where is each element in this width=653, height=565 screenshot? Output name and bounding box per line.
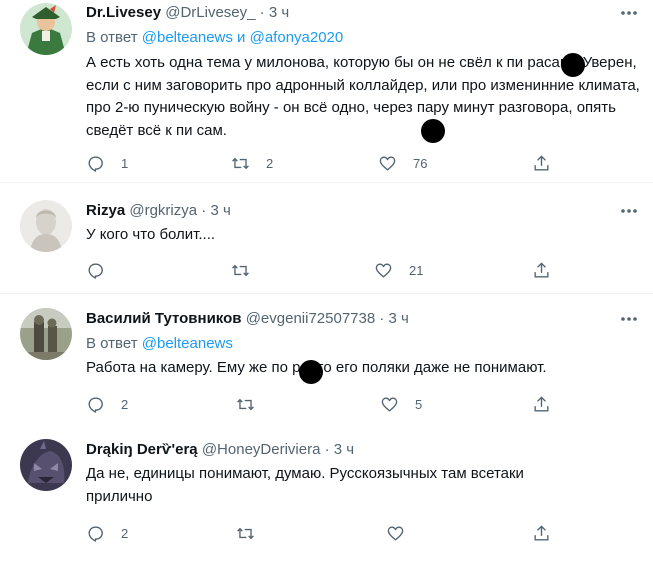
reply-count: 2	[121, 396, 129, 412]
reply-icon	[88, 396, 103, 413]
replying-to-label: В ответ	[86, 335, 138, 352]
dot-separator: ·	[259, 4, 265, 21]
mention-link[interactable]: @belteanews	[142, 335, 233, 352]
replying-to: В ответ @belteanews	[86, 334, 233, 354]
reply-icon	[88, 155, 103, 172]
like-count: 21	[409, 262, 424, 278]
display-name[interactable]: Drąkіŋ Derѷ'erą	[86, 441, 198, 458]
avatar[interactable]	[20, 200, 72, 252]
timestamp[interactable]: 3 ч	[210, 202, 230, 219]
heart-icon	[381, 396, 398, 412]
display-name[interactable]: Rizya	[86, 202, 125, 219]
dot-separator: ·	[201, 202, 207, 219]
tweet-vasiliy[interactable]: Василий Тутовников @evgenii72507738 · 3 …	[0, 294, 653, 428]
tweet-actions: 2 5	[86, 394, 556, 414]
replying-to-label: В ответ	[86, 29, 138, 46]
timestamp[interactable]: 3 ч	[269, 4, 289, 21]
retweet-count: 2	[266, 155, 274, 171]
share-icon	[534, 261, 549, 278]
share-button[interactable]	[532, 260, 551, 280]
dot-separator: ·	[324, 441, 330, 458]
tweet-feed: Dr.Livesey @DrLivesey_ · 3 ч В ответ @be…	[0, 0, 653, 565]
share-icon	[534, 524, 549, 541]
tweet-text: А есть хоть одна тема у милонова, котору…	[86, 54, 640, 139]
tweet-rizya[interactable]: Rizya @rgkrizya · 3 ч У кого что болит..…	[0, 183, 653, 293]
timestamp[interactable]: 3 ч	[334, 441, 354, 458]
reply-button[interactable]	[86, 260, 121, 280]
dot-separator: ·	[379, 310, 385, 327]
tweet-header: Rizya @rgkrizya · 3 ч	[86, 201, 593, 221]
share-icon	[534, 395, 549, 412]
avatar[interactable]	[20, 308, 72, 360]
replying-to: В ответ @belteanews и @afonya2020	[86, 28, 343, 48]
tweet-text: Да не, единицы понимают, думаю. Русскояз…	[86, 465, 524, 505]
share-button[interactable]	[532, 394, 551, 414]
mention-link[interactable]: @belteanews	[142, 29, 233, 46]
retweet-button[interactable]	[236, 523, 271, 543]
share-button[interactable]	[532, 523, 551, 543]
like-button[interactable]	[386, 523, 421, 543]
replying-to-and: и	[237, 29, 246, 46]
reply-count: 2	[121, 525, 129, 541]
heart-icon	[379, 155, 396, 171]
retweet-icon	[232, 264, 249, 276]
like-count: 76	[413, 155, 428, 171]
handle[interactable]: @rgkrizya	[129, 202, 197, 219]
timestamp[interactable]: 3 ч	[389, 310, 409, 327]
redaction-dot	[421, 119, 445, 143]
share-icon	[534, 154, 549, 171]
tweet-honeyderiviera[interactable]: Drąkіŋ Derѷ'erą @HoneyDeriviera · 3 ч Да…	[0, 428, 653, 565]
retweet-icon	[232, 157, 249, 169]
like-button[interactable]: 76	[378, 153, 427, 173]
retweet-icon	[237, 527, 254, 539]
retweet-icon	[237, 398, 254, 410]
display-name[interactable]: Dr.Livesey	[86, 4, 161, 21]
retweet-button[interactable]: 2	[231, 153, 273, 173]
handle[interactable]: @HoneyDeriviera	[202, 441, 321, 458]
tweet-text: У кого что болит....	[86, 226, 216, 243]
mention-link[interactable]: @afonya2020	[250, 29, 344, 46]
reply-button[interactable]: 1	[86, 153, 128, 173]
retweet-button[interactable]	[236, 394, 271, 414]
tweet-actions: 1 2 76	[86, 153, 556, 173]
like-button[interactable]: 21	[374, 260, 423, 280]
handle[interactable]: @evgenii72507738	[246, 310, 376, 327]
tweet-header: Dr.Livesey @DrLivesey_ · 3 ч	[86, 3, 593, 23]
share-button[interactable]	[532, 153, 551, 173]
reply-count: 1	[121, 155, 129, 171]
tweet-drlivesey[interactable]: Dr.Livesey @DrLivesey_ · 3 ч В ответ @be…	[0, 0, 653, 182]
more-horizontal-icon[interactable]	[619, 3, 639, 23]
more-horizontal-icon[interactable]	[619, 309, 639, 329]
tweet-actions: 21	[86, 260, 556, 280]
tweet-header: Василий Тутовников @evgenii72507738 · 3 …	[86, 309, 593, 329]
redaction-dot	[299, 360, 323, 384]
handle[interactable]: @DrLivesey_	[165, 4, 255, 21]
reply-icon	[88, 525, 103, 542]
tweet-text: Работа на камеру. Ему же по р, что его п…	[86, 359, 547, 376]
reply-button[interactable]: 2	[86, 394, 128, 414]
reply-button[interactable]: 2	[86, 523, 128, 543]
like-count: 5	[415, 396, 423, 412]
avatar[interactable]	[20, 3, 72, 55]
tweet-header: Drąkіŋ Derѷ'erą @HoneyDeriviera · 3 ч	[86, 440, 593, 460]
heart-icon	[375, 262, 392, 278]
display-name[interactable]: Василий Тутовников	[86, 310, 242, 327]
tweet-actions: 2	[86, 523, 556, 543]
reply-icon	[88, 262, 103, 279]
like-button[interactable]: 5	[380, 394, 422, 414]
heart-icon	[387, 525, 404, 541]
redaction-dot	[561, 53, 585, 77]
retweet-button[interactable]	[231, 260, 266, 280]
more-horizontal-icon[interactable]	[619, 201, 639, 221]
avatar[interactable]	[20, 439, 72, 491]
